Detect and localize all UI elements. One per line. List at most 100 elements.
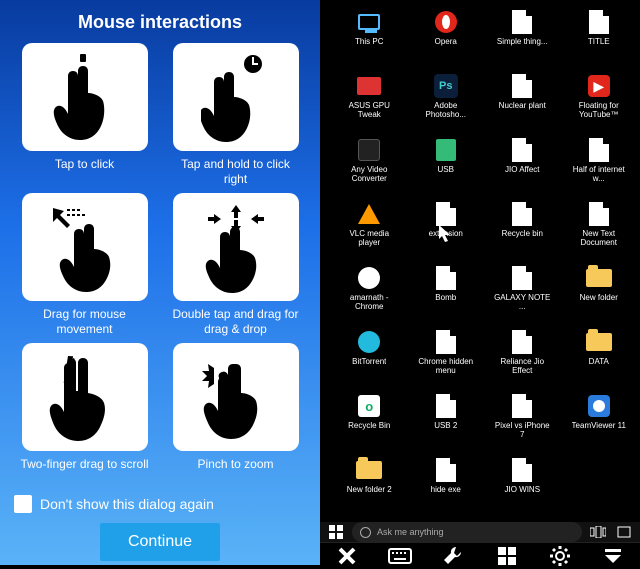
icon-label: USB: [438, 166, 454, 175]
caption-doubletap: Double tap and drag for drag & drop: [171, 307, 301, 337]
desktop-icon[interactable]: Recycle bin: [485, 200, 560, 262]
icon-label: BitTorrent: [352, 358, 386, 367]
desktop-icon[interactable]: This PC: [332, 8, 407, 70]
gesture-grid: Tap to click Tap and hold to click right: [10, 43, 310, 487]
file-icon: [432, 392, 460, 420]
desktop-icon[interactable]: Reliance Jio Effect: [485, 328, 560, 390]
remote-desktop-pane: This PC Opera Simple thing... TITLE ASUS GPU…: [320, 0, 640, 565]
desktop-icon[interactable]: JIO Affect: [485, 136, 560, 198]
cortana-search[interactable]: Ask me anything: [352, 522, 582, 542]
continue-button[interactable]: Continue: [100, 523, 220, 561]
desktop-icon[interactable]: Half of internet w...: [562, 136, 637, 198]
file-icon: [432, 200, 460, 228]
desktop-icon[interactable]: BitTorrent: [332, 328, 407, 390]
icon-label: Chrome hidden menu: [416, 358, 476, 376]
file-icon: [508, 392, 536, 420]
tray-icon[interactable]: [614, 522, 634, 542]
desktop-icon[interactable]: Pixel vs iPhone 7: [485, 392, 560, 454]
file-icon: [508, 136, 536, 164]
file-icon: [508, 72, 536, 100]
icon-label: New folder: [580, 294, 618, 303]
folder-icon: [355, 456, 383, 484]
bt-icon: [355, 328, 383, 356]
icon-label: DATA: [589, 358, 609, 367]
taskview-button[interactable]: [588, 522, 608, 542]
icon-label: extension: [429, 230, 463, 239]
desktop-icon[interactable]: TeamViewer 11: [562, 392, 637, 454]
windows-key-button[interactable]: [494, 543, 520, 569]
desktop-icon[interactable]: extension: [409, 200, 484, 262]
desktop-icon[interactable]: hide exe: [409, 456, 484, 518]
icon-label: TITLE: [588, 38, 610, 47]
file-icon: [508, 456, 536, 484]
desktop-icon[interactable]: DATA: [562, 328, 637, 390]
gear-button[interactable]: [547, 543, 573, 569]
desktop-icon[interactable]: amarnath - Chrome: [332, 264, 407, 326]
desktop-icon[interactable]: JIO WINS: [485, 456, 560, 518]
folder-icon: [585, 264, 613, 292]
start-button[interactable]: [326, 522, 346, 542]
opera-icon: [432, 8, 460, 36]
desktop-icon[interactable]: Bomb: [409, 264, 484, 326]
icon-label: Half of internet w...: [569, 166, 629, 184]
desktop-icon[interactable]: New folder: [562, 264, 637, 326]
search-placeholder: Ask me anything: [377, 527, 444, 537]
desktop-icon[interactable]: TITLE: [562, 8, 637, 70]
desktop-icon[interactable]: New folder 2: [332, 456, 407, 518]
desktop-icon[interactable]: GALAXY NOTE ...: [485, 264, 560, 326]
desktop-icon[interactable]: ASUS GPU Tweak: [332, 72, 407, 134]
usb-icon: [432, 136, 460, 164]
file-icon: [508, 328, 536, 356]
icon-label: amarnath - Chrome: [339, 294, 399, 312]
desktop-icon[interactable]: New Text Document: [562, 200, 637, 262]
file-icon: [585, 136, 613, 164]
keyboard-button[interactable]: [387, 543, 413, 569]
hand-doubletap-icon: [197, 201, 275, 293]
desktop-icon[interactable]: USB: [409, 136, 484, 198]
icon-label: Recycle bin: [502, 230, 543, 239]
icon-label: Floating for YouTube™: [569, 102, 629, 120]
desktop-icon[interactable]: PsAdobe Photosho...: [409, 72, 484, 134]
icon-label: JIO Affect: [505, 166, 540, 175]
tile-hold: [173, 43, 299, 151]
icon-label: This PC: [355, 38, 383, 47]
desktop-icon[interactable]: ▶Floating for YouTube™: [562, 72, 637, 134]
icon-label: hide exe: [431, 486, 461, 495]
tile-tap: [22, 43, 148, 151]
caption-drag: Drag for mouse movement: [20, 307, 150, 337]
settings-wrench-button[interactable]: [440, 543, 466, 569]
dont-show-row[interactable]: Don't show this dialog again: [10, 487, 310, 521]
card-pinch: Pinch to zoom: [167, 343, 304, 487]
desktop-icon[interactable]: Chrome hidden menu: [409, 328, 484, 390]
icon-label: Reliance Jio Effect: [492, 358, 552, 376]
card-drag: Drag for mouse movement: [16, 193, 153, 337]
caption-pinch: Pinch to zoom: [197, 457, 273, 487]
hand-drag-icon: [45, 202, 125, 292]
desktop-icon[interactable]: Simple thing...: [485, 8, 560, 70]
icon-label: Pixel vs iPhone 7: [492, 422, 552, 440]
file-icon: [432, 456, 460, 484]
tile-doubletap: [173, 193, 299, 301]
icon-label: Nuclear plant: [499, 102, 546, 111]
card-twofinger: Two-finger drag to scroll: [16, 343, 153, 487]
hand-twofinger-icon: [45, 350, 125, 444]
desktop-icon[interactable]: USB 2: [409, 392, 484, 454]
ps-icon: Ps: [432, 72, 460, 100]
dont-show-checkbox[interactable]: [14, 495, 32, 513]
pc-icon: [355, 8, 383, 36]
folder-icon: [585, 328, 613, 356]
desktop-icon[interactable]: VLC media player: [332, 200, 407, 262]
desktop-icon[interactable]: Any Video Converter: [332, 136, 407, 198]
file-icon: [432, 328, 460, 356]
icon-label: Opera: [435, 38, 457, 47]
desktop-icon[interactable]: Opera: [409, 8, 484, 70]
caption-twofinger: Two-finger drag to scroll: [20, 457, 148, 487]
desktop-icon[interactable]: oRecycle Bin: [332, 392, 407, 454]
windows-taskbar[interactable]: Ask me anything: [320, 522, 640, 542]
close-button[interactable]: [334, 543, 360, 569]
file-icon: [508, 264, 536, 292]
hand-pinch-icon: [196, 350, 276, 444]
desktop-icon[interactable]: Nuclear plant: [485, 72, 560, 134]
dropdown-button[interactable]: [600, 543, 626, 569]
desktop-area[interactable]: This PC Opera Simple thing... TITLE ASUS GPU…: [320, 0, 640, 522]
